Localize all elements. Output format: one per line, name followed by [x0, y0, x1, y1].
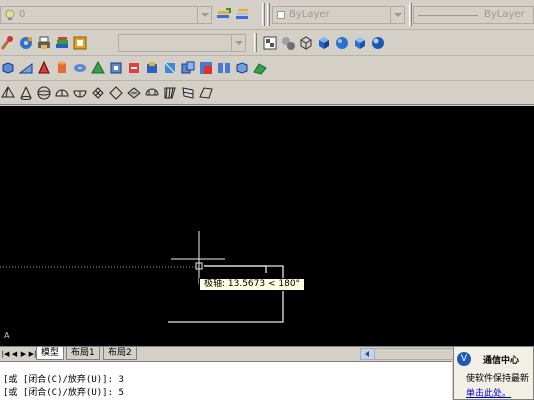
layer-value: 0 [19, 9, 26, 20]
linetype-sample [418, 15, 478, 16]
revolve-icon[interactable] [126, 60, 142, 76]
planar-icon[interactable] [108, 85, 124, 101]
loft-icon[interactable] [162, 60, 178, 76]
tabsurf-icon[interactable] [144, 85, 160, 101]
subtract-icon[interactable] [198, 60, 214, 76]
layers-icon[interactable] [54, 35, 70, 51]
prev-tab-icon[interactable]: ◀ [10, 348, 19, 360]
toolbar-grip[interactable] [262, 3, 265, 26]
pyramid-outline-icon[interactable] [0, 85, 16, 101]
chevron-down-icon[interactable] [390, 7, 404, 23]
toolbar-grip[interactable] [254, 33, 257, 52]
wire-cube-icon[interactable] [298, 35, 314, 51]
layer-previous-icon[interactable] [234, 7, 250, 23]
wedge-icon[interactable] [18, 60, 34, 76]
tab-model[interactable]: 模型 [36, 347, 65, 360]
shaded-cube-icon[interactable] [316, 35, 332, 51]
dome-icon[interactable] [54, 85, 70, 101]
command-history-line: [或 [闭合(C)/放弃(U)]: 3 [3, 375, 124, 385]
toolbar-grip[interactable] [409, 3, 412, 26]
modeling-toolbar [0, 56, 534, 81]
polyline-segments [168, 265, 284, 323]
surfaces-toolbar [0, 81, 534, 105]
hidden-cube-icon[interactable] [352, 35, 368, 51]
intersect-icon[interactable] [216, 60, 232, 76]
chevron-down-icon[interactable] [231, 35, 245, 51]
cone-icon[interactable] [36, 60, 52, 76]
color-value: ByLayer [289, 9, 330, 20]
print-icon[interactable] [36, 35, 52, 51]
linetype-dropdown[interactable]: ByLayer [413, 6, 534, 24]
scroll-left-icon[interactable] [361, 349, 375, 359]
drawing-canvas[interactable]: 极轴: 13.5673 < 180° A [0, 106, 534, 346]
chevron-down-icon[interactable] [197, 7, 211, 23]
first-tab-icon[interactable]: |◀ [1, 348, 10, 360]
cylinder-icon[interactable] [54, 60, 70, 76]
disc-icon[interactable] [18, 35, 34, 51]
communication-center-balloon[interactable]: ᐯ 通信中心 使软件保持最新 单击此处。 [453, 346, 534, 400]
slice-icon[interactable] [234, 60, 250, 76]
lightbulb-icon [5, 9, 15, 20]
horizontal-scrollbar[interactable] [360, 348, 455, 360]
blue-sphere-icon[interactable] [370, 35, 386, 51]
dish-icon[interactable] [72, 85, 88, 101]
style-dropdown[interactable] [118, 34, 246, 52]
standard-toolbar [0, 30, 534, 56]
cone-outline-icon[interactable] [18, 85, 34, 101]
rulesurf-icon[interactable] [162, 85, 178, 101]
info-icon: ᐯ [457, 352, 471, 366]
layer-manager-icon[interactable] [216, 7, 232, 23]
edgesurf-icon[interactable] [180, 85, 196, 101]
tab-layout2[interactable]: 布局2 [103, 347, 137, 360]
union-icon[interactable] [180, 60, 196, 76]
color-swatch [277, 11, 285, 19]
toolbar-grip[interactable] [267, 3, 270, 26]
sphere-icon[interactable] [334, 35, 350, 51]
canvas-geometry [0, 231, 284, 323]
3dface-icon[interactable] [198, 85, 214, 101]
ucs-icon: A [4, 331, 10, 340]
mesh-icon[interactable] [90, 85, 106, 101]
layout-tab-bar: |◀ ◀ ▶ ▶| 模型 布局1 布局2 [0, 346, 455, 361]
balloon-message: 使软件保持最新 [466, 374, 530, 384]
balloon-title: 通信中心 [483, 356, 520, 366]
box-icon[interactable] [0, 60, 16, 76]
pyramid-icon[interactable] [90, 60, 106, 76]
paintbrush-icon[interactable] [0, 35, 16, 51]
lights-icon[interactable] [280, 35, 296, 51]
polar-tooltip: 极轴: 13.5673 < 180° [199, 278, 306, 291]
command-history-line: [或 [闭合(C)/放弃(U)]: 5 [3, 388, 124, 398]
layers-toolbar: 0 ByLayer ByLayer [0, 0, 534, 30]
tab-layout1[interactable]: 布局1 [66, 347, 100, 360]
extrude-icon[interactable] [108, 60, 124, 76]
solid-edit-icon[interactable] [252, 60, 268, 76]
linetype-value: ByLayer [484, 9, 525, 20]
match-props-icon[interactable] [72, 35, 88, 51]
next-tab-icon[interactable]: ▶ [19, 348, 28, 360]
torus-icon[interactable] [72, 60, 88, 76]
command-window[interactable]: [或 [闭合(C)/放弃(U)]: 3 [或 [闭合(C)/放弃(U)]: 5 [0, 361, 452, 400]
sweep-icon[interactable] [144, 60, 160, 76]
sphere-outline-icon[interactable] [36, 85, 52, 101]
balloon-link[interactable]: 单击此处。 [466, 386, 511, 399]
layer-dropdown[interactable]: 0 [0, 6, 212, 24]
revsurf-icon[interactable] [126, 85, 142, 101]
color-dropdown[interactable]: ByLayer [272, 6, 405, 24]
render-setup-icon[interactable] [262, 35, 278, 51]
